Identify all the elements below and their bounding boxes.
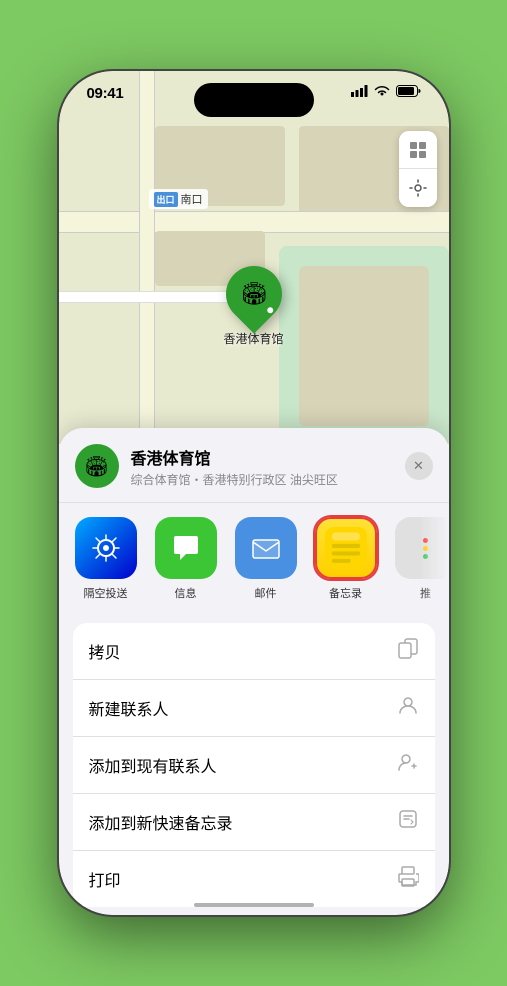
add-notes-icon [397,808,419,836]
share-item-messages[interactable]: 信息 [155,517,217,601]
dot-red [423,538,428,543]
wifi-icon [374,85,390,97]
phone-screen: 出口 南口 🏟 香港体育馆 [59,71,449,915]
copy-icon [397,637,419,665]
exit-badge: 出口 [154,192,178,207]
print-icon [397,865,419,893]
pin-dot [266,306,274,314]
venue-subtitle: 综合体育馆・香港特别行政区 油尖旺区 [131,471,393,488]
more-label: 推 [420,585,431,601]
map-controls [399,131,437,207]
exit-label: 南口 [181,191,203,207]
signal-icon [351,85,368,97]
airdrop-icon-wrap [75,517,137,579]
location-button[interactable] [399,169,437,207]
mail-label: 邮件 [255,585,277,601]
action-label-copy: 拷贝 [89,639,121,663]
notes-icon-wrap [315,517,377,579]
map-stadium-block [279,246,449,446]
share-item-more[interactable]: 推 [395,517,449,601]
action-item-add-notes[interactable]: 添加到新快速备忘录 [73,794,435,851]
action-item-add-existing[interactable]: 添加到现有联系人 [73,737,435,794]
bottom-sheet: 🏟 香港体育馆 综合体育馆・香港特别行政区 油尖旺区 ✕ [59,428,449,915]
share-item-notes[interactable]: 备忘录 [315,517,377,601]
phone-frame: 出口 南口 🏟 香港体育馆 [59,71,449,915]
action-item-print[interactable]: 打印 [73,851,435,907]
add-existing-icon [397,751,419,779]
venue-icon: 🏟 [75,444,119,488]
action-list: 拷贝 新建联系人 [73,623,435,907]
action-label-print: 打印 [89,867,121,891]
status-icons [351,85,421,97]
status-time: 09:41 [87,85,124,102]
battery-icon [396,85,421,97]
map-pin: 🏟 [214,254,293,333]
share-row-container: 隔空投送 信息 [59,503,449,615]
messages-label: 信息 [175,585,197,601]
map-pin-container[interactable]: 🏟 香港体育馆 [223,266,283,347]
mail-icon [248,530,284,566]
action-label-new-contact: 新建联系人 [89,696,169,720]
venue-info: 香港体育馆 综合体育馆・香港特别行政区 油尖旺区 [131,445,393,488]
more-icon-wrap [395,517,449,579]
map-label-north: 出口 南口 [149,189,208,209]
share-item-mail[interactable]: 邮件 [235,517,297,601]
venue-name: 香港体育馆 [131,445,393,469]
share-item-airdrop[interactable]: 隔空投送 [75,517,137,601]
messages-icon-wrap [155,517,217,579]
action-label-add-existing: 添加到现有联系人 [89,753,217,777]
action-label-add-notes: 添加到新快速备忘录 [89,810,233,834]
new-contact-icon [397,694,419,722]
notes-label: 备忘录 [329,585,362,601]
more-dots [423,538,428,559]
dot-yellow [423,546,428,551]
mail-icon-wrap [235,517,297,579]
close-button[interactable]: ✕ [405,452,433,480]
messages-icon [168,530,204,566]
action-item-copy[interactable]: 拷贝 [73,623,435,680]
home-indicator [194,903,314,907]
dot-green [423,554,428,559]
share-row: 隔空投送 信息 [59,503,449,615]
notes-icon [325,527,367,569]
map-type-button[interactable] [399,131,437,169]
map-road [59,211,449,233]
dynamic-island [194,83,314,117]
map-block-inner [299,266,429,426]
airdrop-label: 隔空投送 [84,585,128,601]
sheet-header: 🏟 香港体育馆 综合体育馆・香港特别行政区 油尖旺区 ✕ [59,444,449,503]
action-item-new-contact[interactable]: 新建联系人 [73,680,435,737]
pin-emoji: 🏟 [240,281,268,307]
airdrop-icon [89,531,123,565]
